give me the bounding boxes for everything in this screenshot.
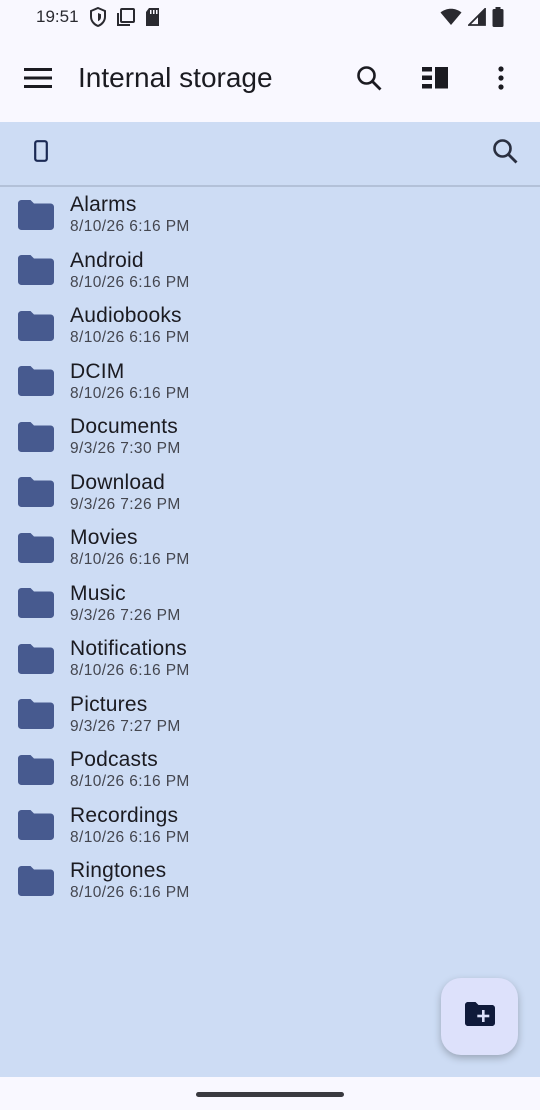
file-name: Ringtones [70,859,167,883]
file-date: 8/10/26 6:16 PM [70,884,190,902]
file-date: 9/3/26 7:26 PM [70,606,181,624]
file-name: Download [70,470,165,494]
file-name: Android [70,248,144,272]
list-item[interactable]: Podcasts 8/10/26 6:16 PM [0,742,540,798]
search-icon[interactable] [345,54,393,102]
folder-icon [18,421,54,452]
folder-icon [18,255,54,286]
file-name: Pictures [70,692,148,716]
search-icon[interactable] [492,138,518,169]
page-title: Internal storage [78,62,273,93]
file-date: 8/10/26 6:16 PM [70,551,190,569]
breadcrumb [0,122,540,187]
file-date: 8/10/26 6:16 PM [70,773,190,791]
file-date: 9/3/26 7:30 PM [70,440,181,458]
status-bar: 19:51 [0,0,540,34]
folder-icon [18,532,54,563]
list-item[interactable]: Download 9/3/26 7:26 PM [0,465,540,521]
list-item[interactable]: Movies 8/10/26 6:16 PM [0,520,540,576]
file-date: 8/10/26 6:16 PM [70,329,190,347]
folder-icon [18,810,54,841]
phone-icon[interactable] [34,140,48,167]
file-name: Notifications [70,637,187,661]
file-date: 8/10/26 6:16 PM [70,384,190,402]
file-date: 8/10/26 6:16 PM [70,273,190,291]
battery-icon [492,7,504,27]
file-name: Recordings [70,803,179,827]
list-item[interactable]: Recordings 8/10/26 6:16 PM [0,798,540,854]
create-folder-icon [464,1002,495,1031]
list-item[interactable]: Ringtones 8/10/26 6:16 PM [0,853,540,909]
wifi-icon [440,8,462,26]
file-name: DCIM [70,359,125,383]
file-name: Audiobooks [70,304,182,328]
sd-card-icon [145,8,160,26]
list-item[interactable]: DCIM 8/10/26 6:16 PM [0,354,540,410]
file-name: Alarms [70,193,137,217]
list-item[interactable]: Android 8/10/26 6:16 PM [0,243,540,299]
list-item[interactable]: Documents 9/3/26 7:30 PM [0,409,540,465]
file-date: 8/10/26 6:16 PM [70,662,190,680]
list-item[interactable]: Audiobooks 8/10/26 6:16 PM [0,298,540,354]
file-name: Podcasts [70,748,158,772]
grid-view-icon[interactable] [411,54,459,102]
list-item[interactable]: Music 9/3/26 7:26 PM [0,576,540,632]
folder-icon [18,199,54,230]
file-date: 9/3/26 7:26 PM [70,495,181,513]
folder-icon [18,588,54,619]
file-date: 8/10/26 6:16 PM [70,828,190,846]
file-date: 8/10/26 6:16 PM [70,218,190,236]
folder-icon [18,310,54,341]
screenshot-icon [116,8,135,26]
folder-icon [18,865,54,896]
file-browser: Alarms 8/10/26 6:16 PM Android 8/10/26 6… [0,122,540,1077]
folder-icon [18,366,54,397]
list-item[interactable]: Notifications 8/10/26 6:16 PM [0,631,540,687]
list-item[interactable]: Pictures 9/3/26 7:27 PM [0,687,540,743]
status-time: 19:51 [36,7,79,26]
folder-icon [18,643,54,674]
signal-icon [468,8,486,26]
folder-icon [18,699,54,730]
more-options-icon[interactable] [477,54,525,102]
folder-icon [18,754,54,785]
create-folder-button[interactable] [441,978,518,1055]
menu-icon[interactable] [14,54,62,102]
file-name: Documents [70,415,179,439]
top-app-bar: Internal storage [0,34,540,122]
file-date: 9/3/26 7:27 PM [70,717,181,735]
shield-icon [89,7,107,27]
home-gesture-handle[interactable] [196,1092,344,1097]
navigation-bar [0,1077,540,1110]
folder-icon [18,477,54,508]
list-item[interactable]: Alarms 8/10/26 6:16 PM [0,187,540,243]
file-name: Music [70,581,126,605]
file-list: Alarms 8/10/26 6:16 PM Android 8/10/26 6… [0,187,540,909]
file-name: Movies [70,526,138,550]
